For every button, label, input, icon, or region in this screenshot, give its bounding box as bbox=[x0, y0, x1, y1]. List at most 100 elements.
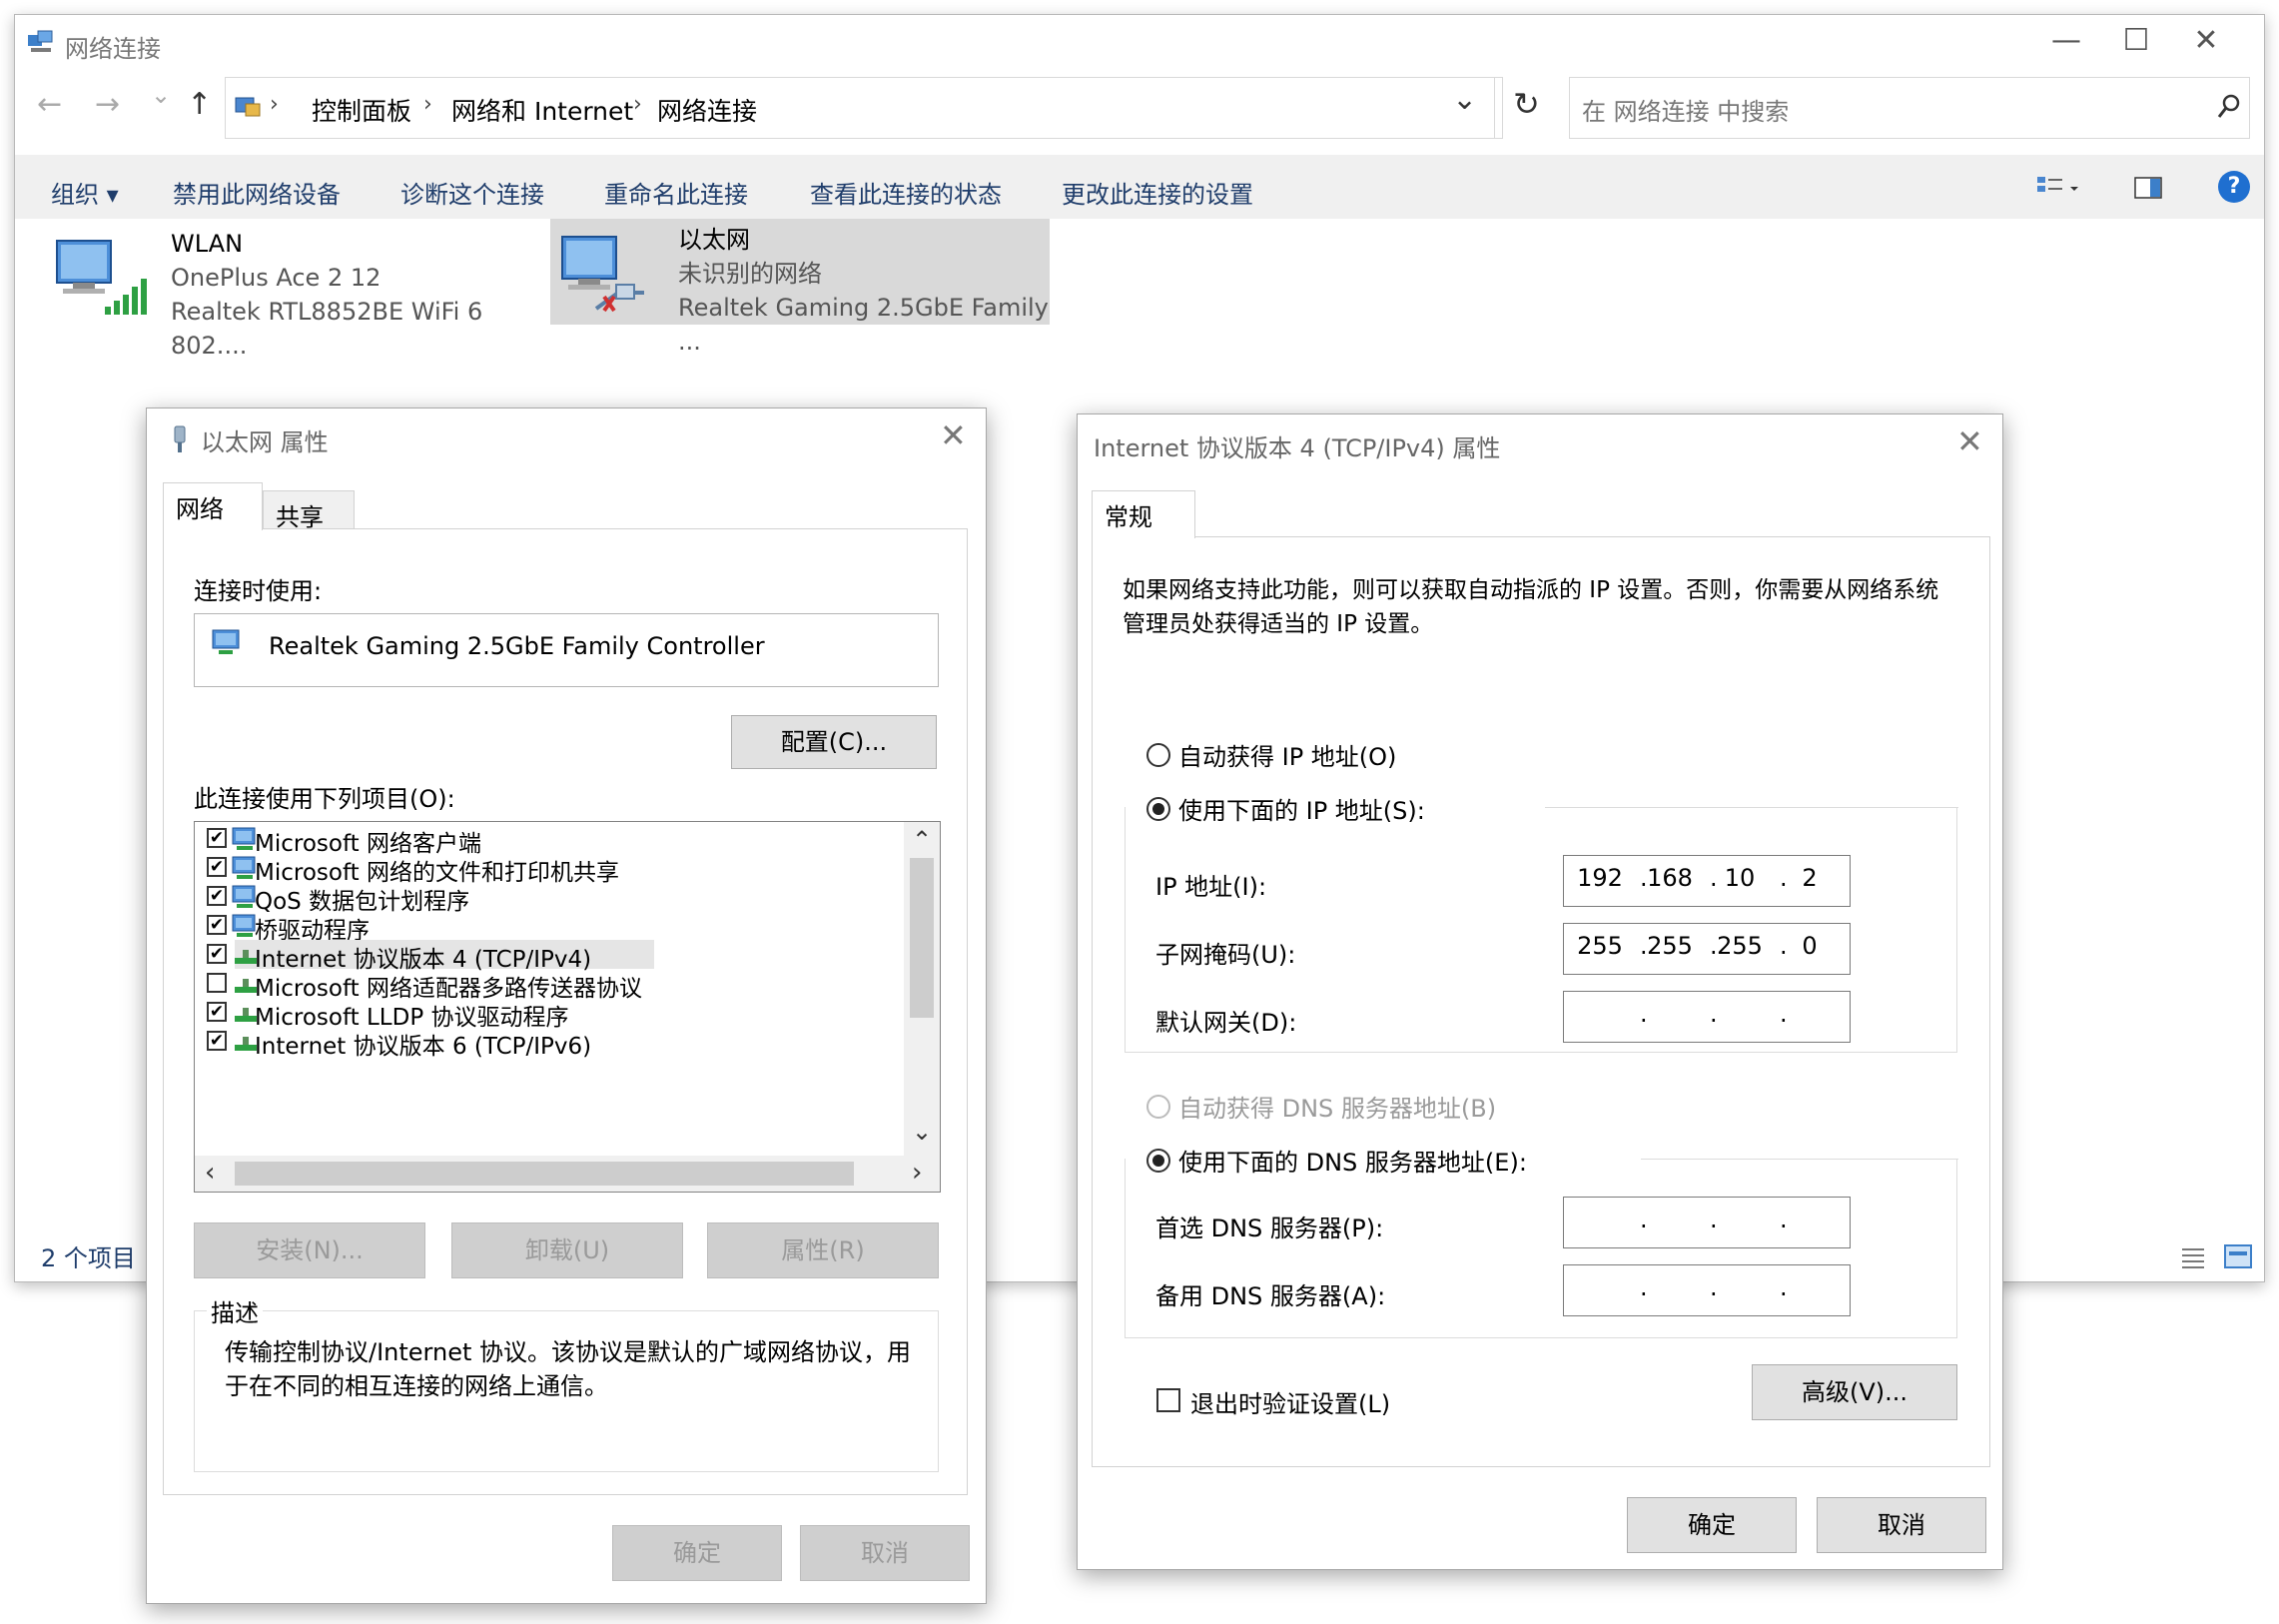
component-item[interactable]: ✔ Microsoft 网络的文件和打印机共享 bbox=[195, 853, 894, 886]
ip-octet: 168 bbox=[1647, 864, 1693, 892]
ip-address-label: IP 地址(I): bbox=[1155, 873, 1267, 901]
scroll-thumb[interactable] bbox=[910, 858, 934, 1018]
validate-label[interactable]: 退出时验证设置(L) bbox=[1190, 1384, 1390, 1419]
uninstall-button[interactable]: 卸载(U) bbox=[451, 1222, 683, 1278]
connect-using-label: 连接时使用: bbox=[194, 577, 323, 605]
ip-octet: 2 bbox=[1802, 864, 1818, 892]
breadcrumb-network-connections[interactable]: 网络连接 bbox=[657, 92, 757, 128]
dialog-title: 以太网 属性 bbox=[201, 428, 329, 456]
ip-group: IP 地址(I): 192 . 168 . 10 . 2 子网掩码(U): 25… bbox=[1125, 807, 1958, 1053]
component-item[interactable]: Microsoft 网络适配器多路传送器协议 bbox=[195, 969, 894, 1002]
connection-wlan[interactable]: WLAN OnePlus Ace 2 12 Realtek RTL8852BE … bbox=[41, 225, 550, 360]
tab-sharing[interactable]: 共享 bbox=[263, 490, 355, 531]
up-button[interactable]: ↑ bbox=[187, 87, 212, 122]
ip-octet: 255 bbox=[1577, 932, 1623, 960]
details-view-icon[interactable] bbox=[2180, 1245, 2206, 1269]
auto-dns-radio[interactable] bbox=[1146, 1095, 1170, 1119]
advanced-button[interactable]: 高级(V)... bbox=[1752, 1364, 1957, 1420]
connection-adapter: Realtek RTL8852BE WiFi 6 802.... bbox=[171, 298, 483, 360]
component-item[interactable]: ✔ Microsoft 网络客户端 bbox=[195, 824, 894, 857]
component-checkbox[interactable]: ✔ bbox=[207, 828, 227, 848]
connection-ethernet[interactable]: 以太网 未识别的网络 Realtek Gaming 2.5GbE Family … bbox=[550, 219, 1050, 356]
close-button[interactable]: ✕ bbox=[2176, 23, 2236, 58]
breadcrumb-separator: › bbox=[423, 92, 432, 117]
auto-dns-label[interactable]: 自动获得 DNS 服务器地址(B) bbox=[1178, 1089, 1496, 1124]
alternate-dns-label: 备用 DNS 服务器(A): bbox=[1155, 1282, 1386, 1310]
dialog-close-button[interactable]: ✕ bbox=[940, 416, 967, 454]
wlan-text: WLAN OnePlus Ace 2 12 Realtek RTL8852BE … bbox=[171, 227, 550, 363]
tab-general[interactable]: 常规 bbox=[1092, 490, 1195, 538]
hscroll-thumb[interactable] bbox=[235, 1162, 854, 1186]
window-icon bbox=[27, 29, 55, 55]
components-list[interactable]: ✔ Microsoft 网络客户端 ✔ Microsoft 网络的文件和打印机共享 ✔ Q… bbox=[194, 821, 941, 1193]
rename-button[interactable]: 重命名此连接 bbox=[604, 175, 748, 210]
component-item[interactable]: ✔ Internet 协议版本 6 (TCP/IPv6) bbox=[195, 1027, 894, 1060]
ok-button[interactable]: 确定 bbox=[1627, 1497, 1797, 1553]
address-divider bbox=[1494, 78, 1495, 138]
forward-button[interactable]: → bbox=[95, 87, 120, 122]
cancel-button[interactable]: 取消 bbox=[1817, 1497, 1986, 1553]
component-checkbox[interactable]: ✔ bbox=[207, 1002, 227, 1022]
cancel-button[interactable]: 取消 bbox=[800, 1525, 970, 1581]
address-bar[interactable]: › 控制面板 › 网络和 Internet › 网络连接 ⌄ bbox=[225, 77, 1503, 139]
recent-locations-button[interactable]: ⌄ bbox=[151, 81, 171, 109]
component-checkbox[interactable]: ✔ bbox=[207, 886, 227, 906]
view-options-icon[interactable] bbox=[2036, 175, 2080, 201]
maximize-button[interactable]: ☐ bbox=[2106, 23, 2166, 58]
subnet-mask-field[interactable]: 255 . 255 . 255 . 0 bbox=[1563, 923, 1851, 975]
gateway-field[interactable]: . . . bbox=[1563, 991, 1851, 1043]
large-icons-view-icon[interactable] bbox=[2224, 1243, 2252, 1269]
address-dropdown-button[interactable]: ⌄ bbox=[1452, 82, 1477, 117]
auto-ip-label[interactable]: 自动获得 IP 地址(O) bbox=[1178, 737, 1396, 772]
component-item[interactable]: ✔ Microsoft LLDP 协议驱动程序 bbox=[195, 998, 894, 1031]
validate-checkbox[interactable] bbox=[1156, 1388, 1180, 1412]
description-group: 描述 传输控制协议/Internet 协议。该协议是默认的广域网络协议，用于在不… bbox=[194, 1293, 939, 1472]
ok-button[interactable]: 确定 bbox=[612, 1525, 782, 1581]
scroll-up-button[interactable]: ⌃ bbox=[912, 826, 932, 854]
properties-button[interactable]: 属性(R) bbox=[707, 1222, 939, 1278]
component-item[interactable]: ✔ QoS 数据包计划程序 bbox=[195, 882, 894, 915]
disable-device-button[interactable]: 禁用此网络设备 bbox=[173, 175, 341, 210]
dialog-title: Internet 协议版本 4 (TCP/IPv4) 属性 bbox=[1094, 434, 1501, 462]
description-label: 描述 bbox=[207, 1293, 263, 1328]
scroll-left-button[interactable]: ‹ bbox=[205, 1158, 215, 1188]
install-button[interactable]: 安装(N)... bbox=[194, 1222, 425, 1278]
adapter-name: Realtek Gaming 2.5GbE Family Controller bbox=[269, 632, 765, 660]
minimize-button[interactable]: — bbox=[2036, 23, 2096, 58]
ethernet-dialog-icon bbox=[171, 424, 189, 454]
component-checkbox[interactable]: ✔ bbox=[207, 944, 227, 964]
breadcrumb-control-panel[interactable]: 控制面板 bbox=[312, 92, 411, 128]
ip-octet: 192 bbox=[1577, 864, 1623, 892]
horizontal-scrollbar[interactable]: ‹ › bbox=[195, 1156, 940, 1192]
scroll-down-button[interactable]: ⌄ bbox=[912, 1118, 932, 1146]
alternate-dns-field[interactable]: . . . bbox=[1563, 1264, 1851, 1316]
view-status-button[interactable]: 查看此连接的状态 bbox=[810, 175, 1002, 210]
dialog-close-button[interactable]: ✕ bbox=[1956, 422, 1983, 460]
organize-button[interactable]: 组织 ▾ bbox=[51, 175, 119, 210]
scroll-right-button[interactable]: › bbox=[912, 1158, 922, 1188]
configure-button[interactable]: 配置(C)... bbox=[731, 715, 937, 769]
ip-address-field[interactable]: 192 . 168 . 10 . 2 bbox=[1563, 855, 1851, 907]
component-item[interactable]: ✔ 桥驱动程序 bbox=[195, 911, 894, 944]
change-settings-button[interactable]: 更改此连接的设置 bbox=[1062, 175, 1253, 210]
component-checkbox[interactable] bbox=[207, 973, 227, 993]
component-checkbox[interactable]: ✔ bbox=[207, 1031, 227, 1051]
item-count: 2 个项目 bbox=[41, 1244, 136, 1272]
component-checkbox[interactable]: ✔ bbox=[207, 857, 227, 877]
search-icon[interactable] bbox=[2216, 93, 2242, 121]
component-checkbox[interactable]: ✔ bbox=[207, 915, 227, 935]
vertical-scrollbar[interactable]: ⌃ ⌄ bbox=[904, 822, 940, 1156]
connection-adapter: Realtek Gaming 2.5GbE Family ... bbox=[678, 294, 1049, 356]
diagnose-button[interactable]: 诊断这个连接 bbox=[400, 175, 544, 210]
auto-ip-radio[interactable] bbox=[1146, 743, 1170, 767]
refresh-button[interactable]: ↻ bbox=[1513, 85, 1540, 123]
help-icon[interactable]: ? bbox=[2218, 171, 2250, 203]
preview-pane-icon[interactable] bbox=[2134, 177, 2162, 199]
preferred-dns-field[interactable]: . . . bbox=[1563, 1197, 1851, 1248]
back-button[interactable]: ← bbox=[37, 87, 62, 122]
search-input[interactable]: 在 网络连接 中搜索 bbox=[1569, 77, 2250, 139]
component-item[interactable]: ✔ Internet 协议版本 4 (TCP/IPv4) bbox=[207, 940, 654, 973]
ip-octet: 0 bbox=[1802, 932, 1818, 960]
tab-network[interactable]: 网络 bbox=[163, 482, 263, 530]
breadcrumb-network-internet[interactable]: 网络和 Internet bbox=[451, 92, 633, 128]
